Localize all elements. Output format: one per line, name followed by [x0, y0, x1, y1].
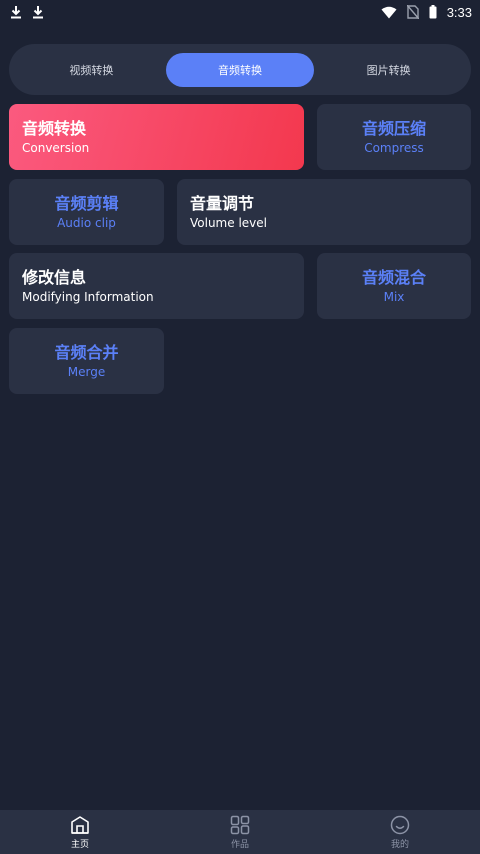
audio-clip-card[interactable]: 音频剪辑 Audio clip — [9, 179, 164, 245]
status-time: 3:33 — [446, 4, 472, 20]
no-sim-icon — [406, 5, 419, 19]
category-tabs: 视频转换 音频转换 图片转换 — [9, 44, 471, 95]
tab-image-conversion[interactable]: 图片转换 — [314, 53, 463, 87]
mix-card[interactable]: 音频混合 Mix — [317, 253, 471, 319]
card-subtitle: Modifying Information — [22, 289, 154, 304]
merge-card[interactable]: 音频合并 Merge — [9, 328, 164, 394]
card-title: 音量调节 — [190, 193, 255, 213]
card-title: 音频转换 — [22, 118, 87, 138]
conversion-card[interactable]: 音频转换 Conversion — [9, 104, 304, 170]
card-title: 音频剪辑 — [54, 193, 119, 213]
card-title: 音频混合 — [361, 267, 426, 287]
battery-icon — [429, 5, 437, 19]
card-subtitle: Conversion — [22, 140, 90, 155]
grid-icon — [230, 815, 250, 835]
volume-level-card[interactable]: 音量调节 Volume level — [177, 179, 471, 245]
card-title: 音频压缩 — [361, 118, 426, 138]
status-right: 3:33 — [381, 5, 472, 20]
card-subtitle: Audio clip — [57, 215, 116, 230]
home-icon — [70, 815, 90, 835]
status-bar: 3:33 — [0, 0, 480, 24]
card-title: 音频合并 — [54, 342, 119, 362]
download-icon — [10, 5, 22, 19]
card-subtitle: Mix — [383, 289, 405, 304]
nav-label: 主页 — [70, 839, 89, 850]
card-subtitle: Merge — [67, 364, 106, 379]
compress-card[interactable]: 音频压缩 Compress — [317, 104, 471, 170]
wifi-icon — [381, 6, 397, 19]
bottom-nav: 主页 作品 我的 — [0, 810, 480, 854]
card-title: 修改信息 — [22, 267, 87, 287]
card-subtitle: Compress — [364, 140, 424, 155]
nav-home[interactable]: 主页 — [0, 810, 160, 854]
status-left — [10, 5, 44, 19]
nav-works[interactable]: 作品 — [160, 810, 320, 854]
nav-label: 作品 — [230, 839, 249, 850]
nav-label: 我的 — [390, 839, 409, 850]
nav-mine[interactable]: 我的 — [320, 810, 480, 854]
smile-icon — [390, 815, 410, 835]
app-screen: 3:33 视频转换 音频转换 图片转换 音频转换 Conversion 音频压缩… — [0, 0, 480, 854]
modifying-information-card[interactable]: 修改信息 Modifying Information — [9, 253, 304, 319]
tab-video-conversion[interactable]: 视频转换 — [17, 53, 166, 87]
card-subtitle: Volume level — [190, 215, 267, 230]
tab-audio-conversion[interactable]: 音频转换 — [165, 52, 315, 87]
download-icon — [32, 5, 44, 19]
